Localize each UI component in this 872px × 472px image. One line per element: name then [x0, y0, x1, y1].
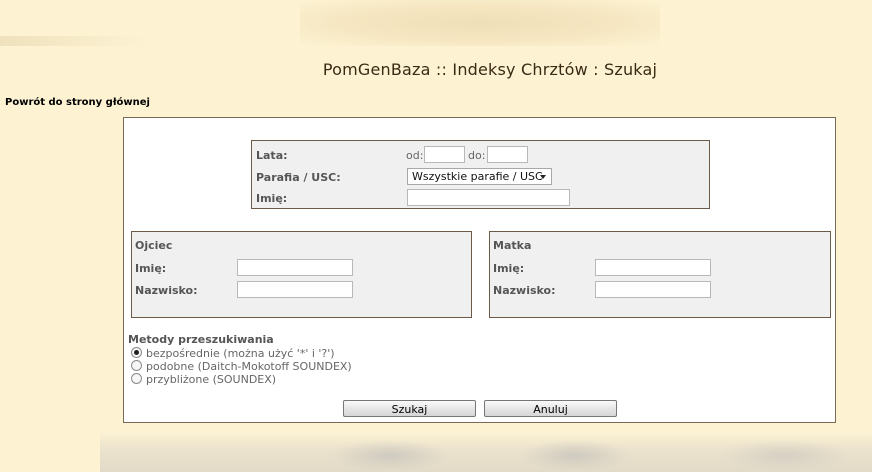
search-methods-title: Metody przeszukiwania — [128, 333, 274, 346]
father-box: Ojciec Imię: Nazwisko: — [131, 231, 472, 318]
method-option-label: przybliżone (SOUNDEX) — [146, 373, 277, 386]
name-input[interactable] — [407, 189, 570, 206]
radio-button[interactable] — [131, 360, 142, 371]
radio-button[interactable] — [131, 347, 142, 358]
header-banner — [300, 0, 660, 46]
father-title: Ojciec — [135, 239, 173, 252]
mother-box: Matka Imię: Nazwisko: — [489, 231, 831, 318]
method-option-direct[interactable]: bezpośrednie (można użyć '*' i '?') — [131, 347, 335, 360]
method-option-approximate[interactable]: przybliżone (SOUNDEX) — [131, 373, 277, 386]
mother-surname-input[interactable] — [595, 281, 711, 298]
father-first-name-input[interactable] — [237, 259, 353, 276]
mother-title: Matka — [493, 239, 532, 252]
footer-decoration — [330, 440, 450, 472]
footer-decoration — [520, 440, 630, 472]
search-button[interactable]: Szukaj — [343, 400, 476, 417]
mother-first-name-label: Imię: — [493, 262, 525, 275]
footer-decoration — [720, 440, 850, 472]
page-title: PomGenBaza :: Indeksy Chrztów : Szukaj — [322, 60, 658, 79]
years-from-label: od: — [406, 149, 424, 162]
criteria-box: Lata: od: do: Parafia / USC: Wszystkie p… — [251, 140, 710, 209]
parish-select-value: Wszystkie parafie / USC — [412, 170, 543, 183]
mother-first-name-input[interactable] — [595, 259, 711, 276]
name-label: Imię: — [256, 192, 288, 205]
years-to-label: do: — [468, 149, 486, 162]
radio-button[interactable] — [131, 373, 142, 384]
father-surname-input[interactable] — [237, 281, 353, 298]
cancel-button[interactable]: Anuluj — [484, 400, 617, 417]
header-decoration — [0, 36, 150, 46]
method-option-label: podobne (Daitch-Mokotoff SOUNDEX) — [146, 360, 352, 373]
parish-select[interactable]: Wszystkie parafie / USC — [407, 168, 552, 185]
years-from-input[interactable] — [424, 146, 465, 163]
mother-surname-label: Nazwisko: — [493, 284, 556, 297]
father-first-name-label: Imię: — [135, 262, 167, 275]
method-option-similar[interactable]: podobne (Daitch-Mokotoff SOUNDEX) — [131, 360, 352, 373]
years-label: Lata: — [256, 149, 288, 162]
parish-label: Parafia / USC: — [256, 171, 341, 184]
chevron-down-icon — [540, 175, 546, 179]
method-option-label: bezpośrednie (można użyć '*' i '?') — [146, 347, 335, 360]
years-to-input[interactable] — [487, 146, 528, 163]
search-form-panel: Lata: od: do: Parafia / USC: Wszystkie p… — [123, 117, 836, 423]
father-surname-label: Nazwisko: — [135, 284, 198, 297]
back-to-home-link[interactable]: Powrót do strony głównej — [5, 97, 150, 108]
